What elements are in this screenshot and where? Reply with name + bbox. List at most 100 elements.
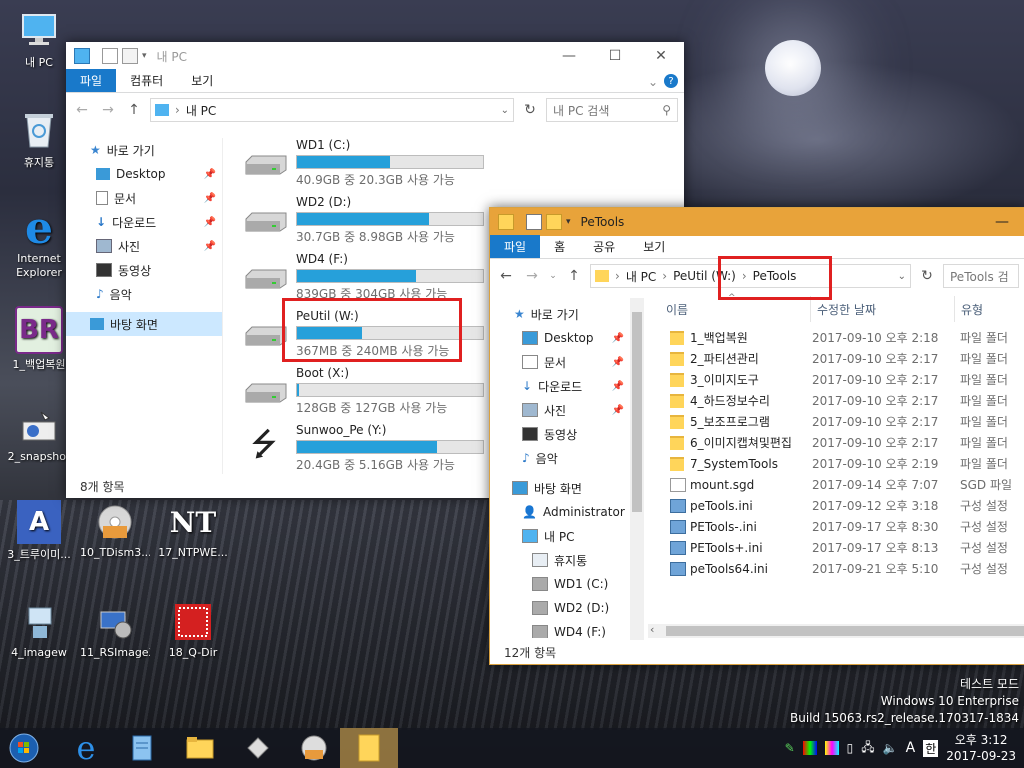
file-row[interactable]: 1_백업복원 2017-09-10 오후 2:18 파일 폴더 — [668, 327, 1024, 348]
scrollbar-thumb[interactable] — [632, 312, 642, 512]
file-row[interactable]: peTools64.ini 2017-09-21 오후 5:10 구성 설정 — [668, 558, 1024, 579]
address-dropdown-icon[interactable]: ⌄ — [898, 271, 906, 282]
nav-item[interactable]: 문서 📌 — [490, 350, 630, 374]
taskbar-ie-icon[interactable]: e — [66, 729, 106, 767]
tab-share[interactable]: 공유 — [579, 235, 629, 258]
tab-view[interactable]: 보기 — [177, 69, 227, 92]
quick-access-dropdown-icon[interactable]: ▾ — [142, 51, 147, 61]
nav-item[interactable]: Desktop 📌 — [490, 326, 630, 350]
desktop-icon-recycle-bin[interactable]: 휴지통 — [4, 108, 74, 170]
nav-item[interactable]: 내 PC — [490, 524, 630, 548]
nav-item-desktop[interactable]: Desktop 📌 — [66, 162, 222, 186]
tab-file[interactable]: 파일 — [490, 235, 541, 258]
maximize-button[interactable]: ☐ — [592, 42, 638, 70]
taskbar-disc-icon[interactable] — [294, 730, 334, 766]
forward-button[interactable]: → — [98, 102, 118, 118]
column-header-type[interactable]: 유형 — [954, 296, 983, 322]
properties-icon[interactable] — [102, 48, 118, 64]
scrollbar-thumb[interactable] — [666, 626, 1024, 636]
nav-item-downloads[interactable]: ↓ 다운로드 📌 — [66, 210, 222, 234]
nav-item[interactable]: 👤 Administrator — [490, 500, 630, 524]
nav-item[interactable]: WD1 (C:) — [490, 572, 630, 596]
file-row[interactable]: 5_보조프로그램 2017-09-10 오후 2:17 파일 폴더 — [668, 411, 1024, 432]
nav-item[interactable]: 휴지통 — [490, 548, 630, 572]
address-bar[interactable]: › 내 PC ⌄ — [150, 98, 514, 122]
ime-mode-indicator[interactable]: A — [906, 740, 916, 756]
recent-locations-icon[interactable]: ⌄ — [548, 271, 558, 281]
pen-icon[interactable]: ✎ — [785, 741, 795, 755]
quick-access-dropdown-icon[interactable]: ▾ — [566, 217, 571, 227]
file-row[interactable]: 7_SystemTools 2017-09-10 오후 2:19 파일 폴더 — [668, 453, 1024, 474]
help-icon[interactable]: ? — [664, 74, 678, 88]
back-button[interactable]: ← — [496, 268, 516, 284]
color-palette-icon[interactable] — [824, 741, 839, 755]
horizontal-scrollbar[interactable]: ‹ — [648, 623, 1024, 638]
taskbar-tool-icon[interactable] — [238, 730, 278, 766]
up-button[interactable]: ↑ — [564, 268, 584, 284]
close-button[interactable]: ✕ — [638, 42, 684, 70]
nav-item[interactable]: 바탕 화면 — [490, 476, 630, 500]
usb-drive-icon[interactable]: ▯ — [847, 741, 854, 755]
nav-item[interactable]: ♪ 음악 — [490, 446, 630, 470]
search-input[interactable]: PeTools 검 — [943, 264, 1019, 288]
nav-item-desktop-folder[interactable]: 바탕 화면 — [66, 312, 222, 336]
tab-view[interactable]: 보기 — [629, 235, 679, 258]
nav-item[interactable]: ★ 바로 가기 — [490, 302, 630, 326]
nav-scrollbar[interactable] — [630, 298, 644, 640]
volume-icon[interactable]: 🔈 — [883, 741, 898, 755]
nav-item-videos[interactable]: 동영상 — [66, 258, 222, 282]
taskbar-explorer-active[interactable] — [340, 728, 398, 768]
desktop-icon-snapshot[interactable]: 2_snapshot — [4, 404, 74, 463]
nav-item-documents[interactable]: 문서 📌 — [66, 186, 222, 210]
desktop-icon-ntpwedit[interactable]: NT 17_NTPWE... — [158, 500, 228, 560]
properties-icon[interactable] — [526, 214, 542, 230]
desktop-icon-tdism[interactable]: 10_TDism3... — [80, 500, 150, 559]
refresh-button[interactable]: ↻ — [917, 268, 937, 284]
desktop-icon-qdir[interactable]: 18_Q-Dir — [158, 600, 228, 659]
up-button[interactable]: ↑ — [124, 102, 144, 118]
nav-item[interactable]: WD2 (D:) — [490, 596, 630, 620]
forward-button[interactable]: → — [522, 268, 542, 284]
file-row[interactable]: 4_하드정보수리 2017-09-10 오후 2:17 파일 폴더 — [668, 390, 1024, 411]
nav-item-pictures[interactable]: 사진 📌 — [66, 234, 222, 258]
start-button[interactable] — [4, 730, 44, 766]
tab-home[interactable]: 홈 — [540, 235, 579, 258]
tab-file[interactable]: 파일 — [66, 69, 117, 92]
minimize-button[interactable]: — — [546, 42, 592, 70]
file-row[interactable]: PETools-.ini 2017-09-17 오후 8:30 구성 설정 — [668, 516, 1024, 537]
refresh-button[interactable]: ↻ — [520, 102, 540, 118]
network-icon[interactable]: 🖧 — [861, 738, 874, 759]
desktop-icon-backup-restore[interactable]: BR 1_백업복원 — [4, 306, 74, 372]
nav-item-music[interactable]: ♪ 음악 — [66, 282, 222, 306]
file-row[interactable]: 2_파티션관리 2017-09-10 오후 2:17 파일 폴더 — [668, 348, 1024, 369]
nav-item[interactable]: 동영상 — [490, 422, 630, 446]
nav-item[interactable]: WD4 (F:) — [490, 620, 630, 638]
desktop-icon-imagew[interactable]: 4_imagew — [4, 600, 74, 659]
back-button[interactable]: ← — [72, 102, 92, 118]
desktop-icon-my-pc[interactable]: 내 PC — [4, 8, 74, 70]
taskbar-explorer-icon[interactable] — [180, 730, 220, 766]
drive-item[interactable]: Boot (X:) 128GB 중 127GB 사용 가능 — [244, 366, 494, 418]
desktop-icon-internet-explorer[interactable]: e Internet Explorer — [4, 203, 74, 280]
drive-item[interactable]: WD4 (F:) 839GB 중 304GB 사용 가능 — [244, 252, 494, 304]
nav-item[interactable]: 사진 📌 — [490, 398, 630, 422]
drive-item[interactable]: WD2 (D:) 30.7GB 중 8.98GB 사용 가능 — [244, 195, 494, 247]
new-folder-icon[interactable] — [546, 214, 562, 230]
file-row[interactable]: 6_이미지캡쳐및편집 2017-09-10 오후 2:17 파일 폴더 — [668, 432, 1024, 453]
file-row[interactable]: mount.sgd 2017-09-14 오후 7:07 SGD 파일 — [668, 474, 1024, 495]
color-picker-icon[interactable] — [802, 741, 817, 755]
desktop-icon-true-image[interactable]: A 3_트루이미... — [4, 500, 74, 562]
nav-item[interactable]: ↓ 다운로드 📌 — [490, 374, 630, 398]
drive-item[interactable]: ⭍ Sunwoo_Pe (Y:) 20.4GB 중 5.16GB 사용 가능 — [244, 423, 494, 475]
search-input[interactable]: 내 PC 검색 ⚲ — [546, 98, 678, 122]
scroll-left-icon[interactable]: ‹ — [650, 623, 654, 636]
ribbon-expand-icon[interactable]: ⌄ — [642, 72, 664, 92]
minimize-button[interactable]: — — [979, 208, 1024, 236]
taskbar-notepad-icon[interactable] — [122, 730, 162, 766]
nav-quick-access[interactable]: ★ 바로 가기 — [66, 138, 222, 162]
clock[interactable]: 오후 3:12 2017-09-23 — [946, 732, 1016, 764]
file-row[interactable]: PETools+.ini 2017-09-17 오후 8:13 구성 설정 — [668, 537, 1024, 558]
tab-computer[interactable]: 컴퓨터 — [116, 69, 177, 92]
file-row[interactable]: peTools.ini 2017-09-12 오후 3:18 구성 설정 — [668, 495, 1024, 516]
new-folder-icon[interactable] — [122, 48, 138, 64]
